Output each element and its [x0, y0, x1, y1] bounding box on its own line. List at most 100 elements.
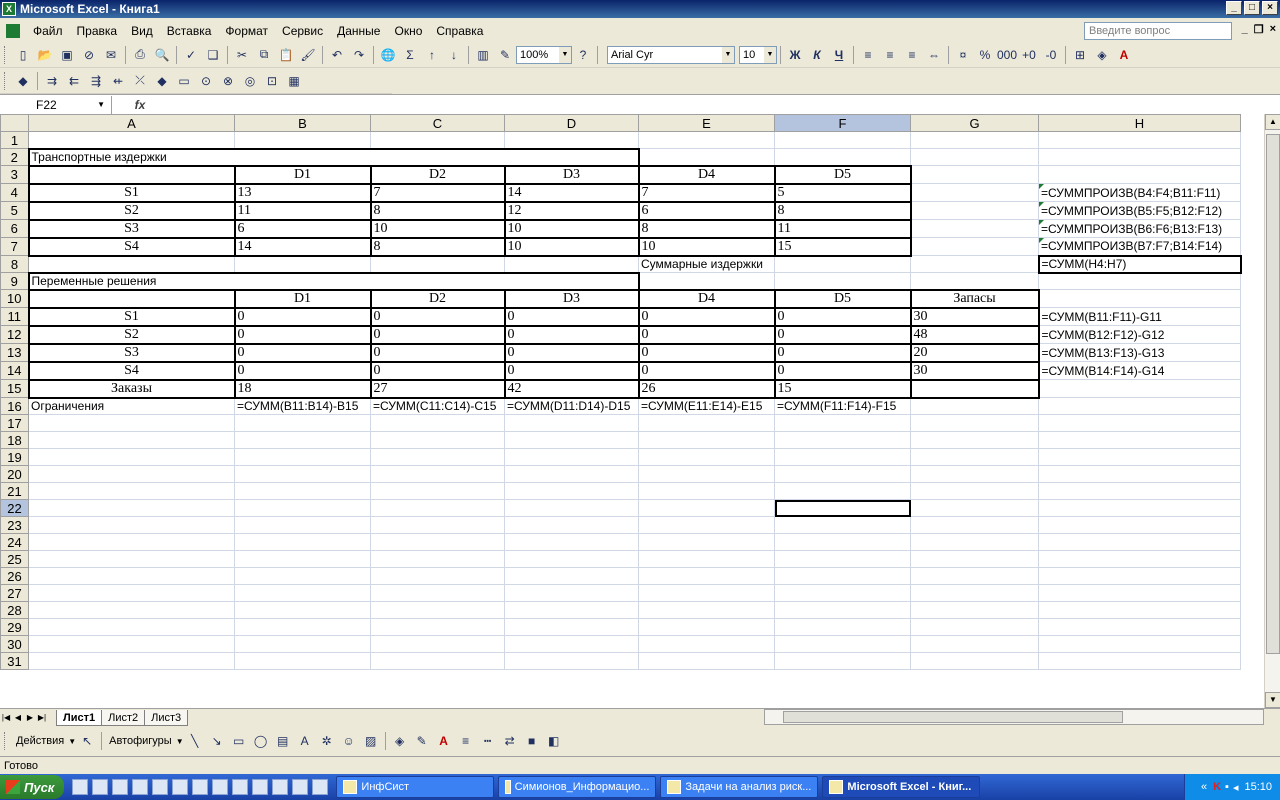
cell-c23[interactable]: [370, 516, 505, 534]
cell-d12[interactable]: 0: [503, 324, 640, 345]
cell-d15[interactable]: 42: [503, 378, 640, 399]
last-sheet-icon[interactable]: ▶|: [36, 713, 48, 722]
cell-d30[interactable]: [504, 635, 639, 653]
cell-d13[interactable]: 0: [503, 342, 640, 363]
cell-f31[interactable]: [774, 652, 911, 670]
cell-e7[interactable]: 10: [637, 236, 776, 257]
cell-a12[interactable]: S2: [27, 324, 236, 345]
column-header[interactable]: D: [504, 114, 639, 132]
help-search-input[interactable]: Введите вопрос: [1084, 22, 1232, 40]
cell-a2[interactable]: Транспортные издержки: [27, 147, 640, 167]
cell-c29[interactable]: [370, 618, 505, 636]
task-button-infsist[interactable]: ИнфСист: [336, 776, 495, 798]
print-icon[interactable]: ⎙: [129, 45, 151, 65]
currency-icon[interactable]: ¤: [952, 45, 974, 65]
picture-icon[interactable]: ▨: [360, 731, 382, 751]
3d-icon[interactable]: ◧: [543, 731, 565, 751]
quicklaunch-icon[interactable]: [112, 779, 129, 795]
quicklaunch-icon[interactable]: [252, 779, 269, 795]
percent-icon[interactable]: %: [974, 45, 996, 65]
merge-center-icon[interactable]: ⇔: [923, 45, 945, 65]
cell-c27[interactable]: [370, 584, 505, 602]
cell-e19[interactable]: [638, 448, 775, 466]
evaluate-formula-icon[interactable]: ⊡: [261, 71, 283, 91]
menu-view[interactable]: Вид: [124, 24, 160, 38]
cell-d11[interactable]: 0: [503, 306, 640, 327]
antivirus-icon[interactable]: K: [1213, 781, 1221, 793]
font-size-select[interactable]: 10 ▼: [739, 45, 777, 64]
align-center-icon[interactable]: ≡: [879, 45, 901, 65]
paste-icon[interactable]: 📋: [275, 45, 297, 65]
cell-f19[interactable]: [774, 448, 911, 466]
cell-g20[interactable]: [910, 465, 1039, 483]
hyperlink-icon[interactable]: 🌐: [377, 45, 399, 65]
cell-d4[interactable]: 14: [503, 182, 640, 203]
font-select[interactable]: Arial Cyr ▼: [607, 45, 735, 64]
cell-a4[interactable]: S1: [27, 182, 236, 203]
row-header[interactable]: 10: [0, 289, 29, 308]
new-comment-icon[interactable]: ▭: [173, 71, 195, 91]
cell-f29[interactable]: [774, 618, 911, 636]
cell-d7[interactable]: 10: [503, 236, 640, 257]
cell-e12[interactable]: 0: [637, 324, 776, 345]
decrease-decimal-icon[interactable]: -0: [1040, 45, 1062, 65]
column-header[interactable]: G: [910, 114, 1039, 132]
textbox-icon[interactable]: ▤: [272, 731, 294, 751]
row-header[interactable]: 15: [0, 379, 29, 398]
rectangle-icon[interactable]: ▭: [228, 731, 250, 751]
cell-b24[interactable]: [234, 533, 371, 551]
align-right-icon[interactable]: ≡: [901, 45, 923, 65]
cell-e24[interactable]: [638, 533, 775, 551]
menu-tools[interactable]: Сервис: [275, 24, 330, 38]
line-style-icon[interactable]: ≡: [455, 731, 477, 751]
permission-icon[interactable]: ⊘: [78, 45, 100, 65]
cell-g27[interactable]: [910, 584, 1039, 602]
line-icon[interactable]: ╲: [184, 731, 206, 751]
cell-d29[interactable]: [504, 618, 639, 636]
cell-g4[interactable]: [910, 183, 1039, 202]
cell-d25[interactable]: [504, 550, 639, 568]
research-icon[interactable]: ❑: [202, 45, 224, 65]
cell-a14[interactable]: S4: [27, 360, 236, 381]
cell-c12[interactable]: 0: [369, 324, 506, 345]
cell-g14[interactable]: 30: [909, 360, 1040, 381]
cell-d23[interactable]: [504, 516, 639, 534]
row-header[interactable]: 17: [0, 414, 29, 432]
cell-h21[interactable]: [1038, 482, 1241, 500]
quicklaunch-icon[interactable]: [152, 779, 169, 795]
cell-a11[interactable]: S1: [27, 306, 236, 327]
cell-c19[interactable]: [370, 448, 505, 466]
cell-f24[interactable]: [774, 533, 911, 551]
error-check-icon[interactable]: ◆: [12, 71, 34, 91]
row-header[interactable]: 31: [0, 652, 29, 670]
cell-c11[interactable]: 0: [369, 306, 506, 327]
worksheet-grid[interactable]: ABCDEFGH 1 2 Транспортные издержки 3 D1 D2 D3 D…: [0, 114, 1264, 708]
column-header[interactable]: F: [774, 114, 911, 132]
remove-dependents-icon[interactable]: ⇷: [107, 71, 129, 91]
trace-error-icon[interactable]: ◆: [151, 71, 173, 91]
cell-b29[interactable]: [234, 618, 371, 636]
cell-a25[interactable]: [28, 550, 235, 568]
cell-g12[interactable]: 48: [909, 324, 1040, 345]
sort-desc-icon[interactable]: ↓: [443, 45, 465, 65]
cell-f28[interactable]: [774, 601, 911, 619]
cell-f26[interactable]: [774, 567, 911, 585]
wordart-icon[interactable]: A: [294, 731, 316, 751]
row-header[interactable]: 9: [0, 272, 29, 290]
format-painter-icon[interactable]: 🖌: [297, 45, 319, 65]
cell-a13[interactable]: S3: [27, 342, 236, 363]
toolbar-grip[interactable]: [4, 732, 8, 750]
cell-h10[interactable]: [1038, 289, 1241, 308]
cell-a3[interactable]: [27, 164, 236, 185]
cell-b7[interactable]: 14: [233, 236, 372, 257]
cell-g29[interactable]: [910, 618, 1039, 636]
cell-d6[interactable]: 10: [503, 218, 640, 239]
cell-d10[interactable]: D3: [503, 288, 640, 309]
column-header[interactable]: B: [234, 114, 371, 132]
cell-e18[interactable]: [638, 431, 775, 449]
cell-e31[interactable]: [638, 652, 775, 670]
cell-b18[interactable]: [234, 431, 371, 449]
row-header[interactable]: 16: [0, 397, 29, 415]
cell-h26[interactable]: [1038, 567, 1241, 585]
fx-icon[interactable]: fx: [112, 98, 168, 112]
